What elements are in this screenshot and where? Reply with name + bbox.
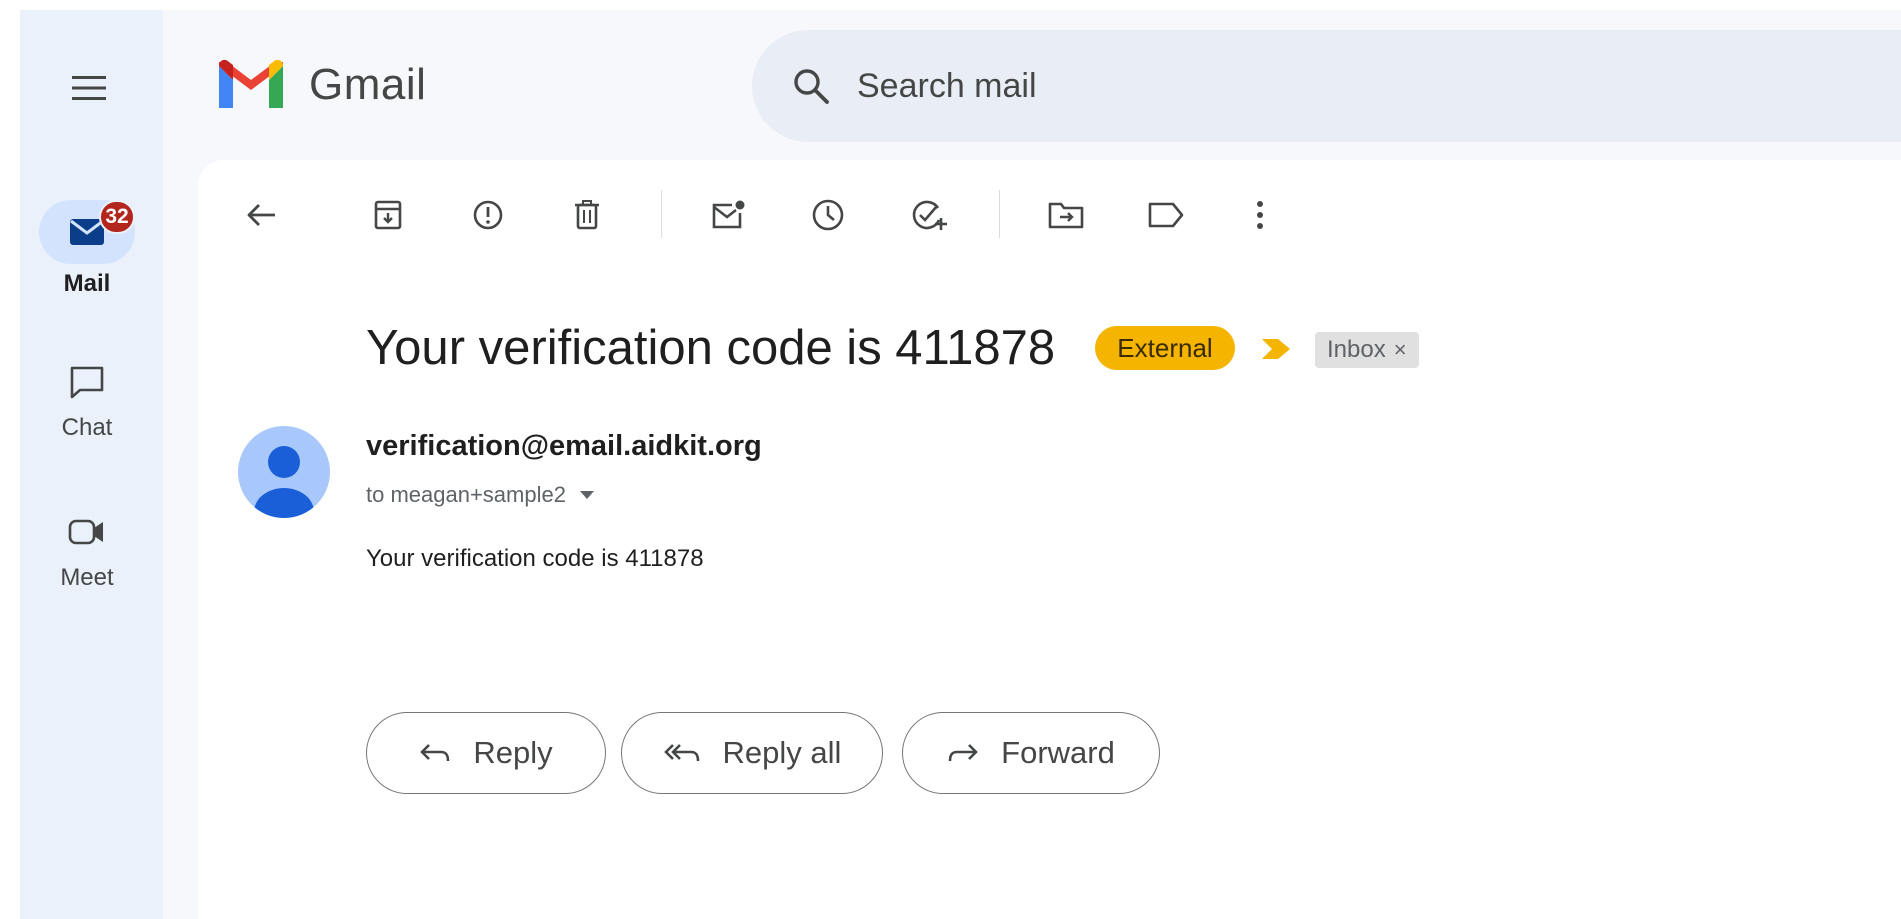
chat-icon <box>70 366 104 399</box>
sender-avatar[interactable] <box>238 426 330 518</box>
rail-item-chat-pill[interactable] <box>39 350 135 414</box>
email-body: Your verification code is 411878 <box>366 545 704 572</box>
toolbar-divider-2 <box>999 190 1000 238</box>
mark-unread-icon <box>712 200 745 229</box>
search-button[interactable] <box>787 62 835 110</box>
main-menu-button[interactable] <box>60 65 118 111</box>
delete-button[interactable] <box>562 190 612 240</box>
toolbar-divider <box>661 190 662 238</box>
search-bar[interactable] <box>752 30 1901 142</box>
chevron-down-icon[interactable] <box>579 491 594 499</box>
snooze-button[interactable] <box>803 190 853 240</box>
reply-label: Reply <box>473 735 553 770</box>
rail-item-meet[interactable]: Meet <box>32 500 142 592</box>
search-input[interactable] <box>855 65 1759 107</box>
report-spam-icon <box>473 200 503 230</box>
snooze-icon <box>812 199 844 231</box>
recipient-details-toggle[interactable]: to meagan+sample2 <box>366 482 594 508</box>
email-subject: Your verification code is 411878 <box>366 321 1056 375</box>
remove-label-button[interactable]: × <box>1394 337 1407 363</box>
mark-unread-button[interactable] <box>703 190 753 240</box>
label-icon <box>1148 202 1184 228</box>
back-button[interactable] <box>237 190 287 240</box>
rail-item-mail[interactable]: 32 Mail <box>32 200 142 298</box>
rail-item-chat-label: Chat <box>61 414 113 441</box>
recipient-text: to meagan+sample2 <box>366 482 566 507</box>
add-to-tasks-button[interactable] <box>904 190 954 240</box>
reply-all-button[interactable]: Reply all <box>621 712 883 794</box>
reply-all-label: Reply all <box>722 735 842 770</box>
gmail-logo[interactable]: Gmail <box>215 58 426 112</box>
more-options-icon <box>1257 201 1263 229</box>
delete-icon <box>575 200 599 230</box>
hamburger-menu-icon <box>72 76 106 100</box>
rail-item-mail-pill[interactable]: 32 <box>39 200 135 264</box>
importance-marker-icon <box>1262 339 1290 359</box>
reply-button[interactable]: Reply <box>366 712 606 794</box>
archive-button[interactable] <box>363 190 413 240</box>
person-avatar-icon <box>254 446 314 518</box>
importance-marker[interactable] <box>1260 335 1294 363</box>
add-to-tasks-icon <box>912 200 947 230</box>
inbox-label-text: Inbox <box>1327 336 1386 363</box>
forward-label: Forward <box>1001 735 1115 770</box>
navigation-rail <box>20 10 163 919</box>
message-view <box>198 160 1901 919</box>
reply-icon <box>420 744 450 762</box>
move-to-button[interactable] <box>1041 190 1091 240</box>
forward-icon <box>948 744 978 762</box>
archive-icon <box>374 200 402 230</box>
forward-button[interactable]: Forward <box>902 712 1160 794</box>
gmail-m-logo-icon <box>219 59 283 108</box>
rail-item-mail-label: Mail <box>63 270 111 297</box>
video-camera-icon <box>68 519 103 545</box>
reply-all-icon <box>663 744 699 762</box>
rail-item-chat[interactable]: Chat <box>32 350 142 442</box>
unread-count-badge: 32 <box>99 200 135 234</box>
rail-item-meet-pill[interactable] <box>39 500 135 564</box>
more-options-button[interactable] <box>1235 190 1285 240</box>
sender-email[interactable]: verification@email.aidkit.org <box>366 430 762 463</box>
move-to-icon <box>1048 202 1084 229</box>
label-button[interactable] <box>1141 190 1191 240</box>
external-label-chip: External <box>1095 326 1235 370</box>
search-icon <box>794 69 829 104</box>
back-arrow-icon <box>247 204 275 226</box>
inbox-label-chip: Inbox × <box>1315 332 1419 368</box>
app-name: Gmail <box>309 60 427 109</box>
rail-item-meet-label: Meet <box>60 564 114 591</box>
report-spam-button[interactable] <box>463 190 513 240</box>
